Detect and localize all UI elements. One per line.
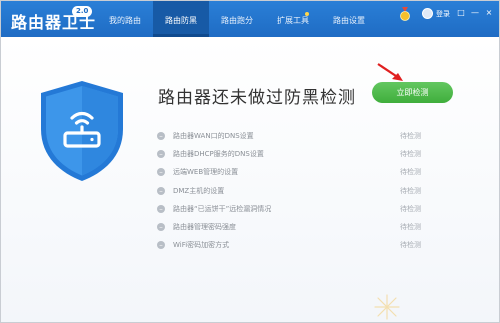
page-title: 路由器还未做过防黑检测 [158, 88, 356, 108]
tab-my-router[interactable]: 我的路由 [97, 1, 153, 37]
check-status: 待检测 [400, 132, 421, 140]
status-dot-icon: – [157, 222, 165, 231]
avatar-icon[interactable] [422, 8, 433, 19]
check-label: WiFi密码加密方式 [173, 241, 230, 250]
check-item-vulnerability: – 路由器“已运饼干”远检漏洞情况 待检测 [157, 201, 427, 219]
check-status: 待检测 [400, 204, 421, 213]
tab-router-benchmark[interactable]: 路由跑分 [209, 1, 265, 37]
restore-icon[interactable]: □ [456, 7, 466, 18]
detect-now-button[interactable]: 立即检测 [372, 82, 453, 103]
app-window: 路由器卫士 2.0 我的路由 路由防黑 路由跑分 扩展工具 路由设置 登录 □ … [0, 0, 500, 323]
minimize-icon[interactable]: — [470, 7, 480, 18]
status-dot-icon: – [157, 168, 165, 177]
check-item-wan-dns: – 路由器WAN口的DNS设置 待检测 [157, 128, 427, 146]
check-label: 远端WEB管理的设置 [173, 168, 239, 177]
check-item-remote-web: – 远端WEB管理的设置 待检测 [157, 164, 427, 182]
check-label: 路由器DHCP服务的DNS设置 [173, 150, 264, 159]
status-dot-icon: – [157, 150, 165, 159]
check-label: 路由器管理密码强度 [173, 222, 236, 231]
check-status: 待检测 [400, 186, 421, 195]
tab-router-antihack[interactable]: 路由防黑 [153, 1, 209, 37]
antihack-panel: 路由器还未做过防黑检测 立即检测 – 路由器WAN口的DNS设置 待检测 – 路… [1, 37, 499, 322]
tab-extension-tools-label: 扩展工具 [277, 16, 309, 25]
check-status: 待检测 [400, 168, 421, 177]
check-label: 路由器WAN口的DNS设置 [173, 132, 254, 140]
status-dot-icon: – [157, 132, 165, 140]
check-item-dhcp-dns: – 路由器DHCP服务的DNS设置 待检测 [157, 146, 427, 164]
status-dot-icon: – [157, 204, 165, 213]
decorative-sparkle [374, 294, 400, 320]
check-item-dmz: – DMZ主机的设置 待检测 [157, 183, 427, 201]
status-dot-icon: – [157, 186, 165, 195]
check-status: 待检测 [400, 150, 421, 159]
check-status: 待检测 [400, 222, 421, 231]
main-tabs: 我的路由 路由防黑 路由跑分 扩展工具 路由设置 [97, 1, 377, 37]
red-arrow-icon [377, 63, 403, 81]
check-status: 待检测 [400, 241, 421, 250]
close-icon[interactable]: × [484, 7, 494, 18]
tab-router-settings[interactable]: 路由设置 [321, 1, 377, 37]
check-item-admin-password: – 路由器管理密码强度 待检测 [157, 219, 427, 237]
login-link[interactable]: 登录 [436, 9, 450, 19]
medal-icon[interactable] [399, 7, 411, 21]
check-list: – 路由器WAN口的DNS设置 待检测 – 路由器DHCP服务的DNS设置 待检… [157, 128, 427, 255]
status-dot-icon: – [157, 241, 165, 250]
title-bar: 路由器卫士 2.0 我的路由 路由防黑 路由跑分 扩展工具 路由设置 登录 □ … [1, 1, 499, 37]
shield-icon [39, 79, 125, 183]
check-label: 路由器“已运饼干”远检漏洞情况 [173, 204, 272, 213]
check-item-wifi-encryption: – WiFi密码加密方式 待检测 [157, 237, 427, 255]
new-badge-dot [305, 12, 309, 16]
version-badge: 2.0 [72, 6, 93, 17]
check-label: DMZ主机的设置 [173, 186, 225, 195]
tab-extension-tools[interactable]: 扩展工具 [265, 1, 321, 37]
